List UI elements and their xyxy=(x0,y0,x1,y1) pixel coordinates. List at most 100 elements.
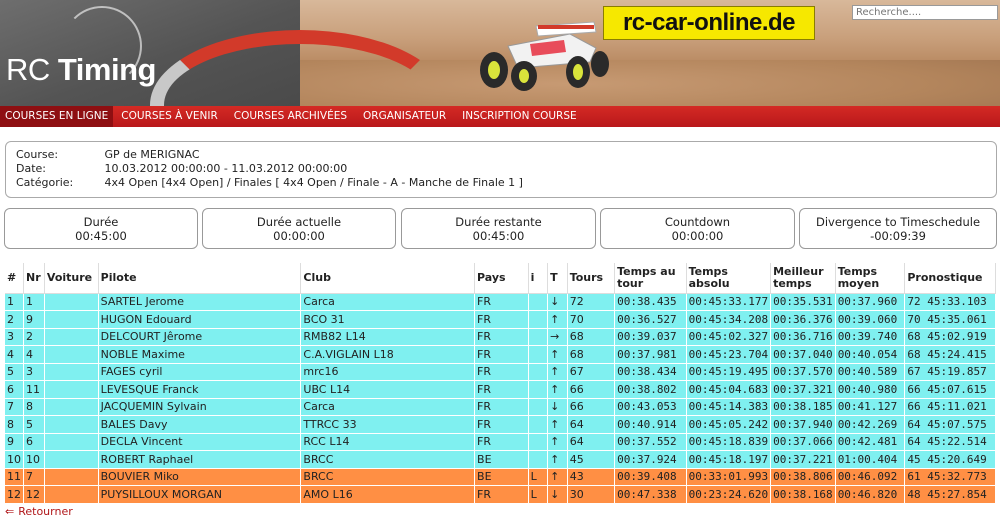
col-header-tours[interactable]: Tours xyxy=(567,263,616,294)
nav-item-courses-en-ligne[interactable]: COURSES EN LIGNE xyxy=(0,106,114,127)
nav-item-inscription-course[interactable]: INSCRIPTION COURSE xyxy=(454,106,585,127)
row-info-flag xyxy=(528,310,549,329)
row-pronostique: 70 45:35.061 xyxy=(904,310,996,329)
row-voiture xyxy=(44,310,99,329)
row-trend: ↑ xyxy=(547,380,568,399)
timer-value: 00:00:00 xyxy=(671,229,724,243)
timer-duree-actuelle: Durée actuelle 00:00:00 xyxy=(202,208,396,249)
row-position: 4 xyxy=(5,345,24,364)
row-club: BRCC xyxy=(300,468,476,486)
info-category-label: Catégorie: xyxy=(16,176,74,189)
row-voiture xyxy=(44,363,99,381)
timer-duree: Durée 00:45:00 xyxy=(4,208,198,249)
table-row[interactable]: 2 9 HUGON Edouard BCO 31 FR ↑ 70 00:36.527 00:45… xyxy=(5,310,996,329)
row-pays: FR xyxy=(474,398,529,416)
row-pays: FR xyxy=(474,345,529,364)
row-meilleur-temps: 00:37.066 xyxy=(770,433,836,451)
table-row[interactable]: 4 4 NOBLE Maxime C.A.VIGLAIN L18 FR ↑ 68 00:37.… xyxy=(5,345,996,364)
col-header-i[interactable]: i xyxy=(528,263,549,294)
table-row[interactable]: 9 6 DECLA Vincent RCC L14 FR ↑ 64 00:37.552 00:4… xyxy=(5,433,996,451)
timer-countdown: Countdown 00:00:00 xyxy=(600,208,795,249)
table-row[interactable]: 10 10 ROBERT Raphael BRCC BE ↑ 45 00:37.924 00:4… xyxy=(5,450,996,469)
col-header-voiture[interactable]: Voiture xyxy=(44,263,99,294)
row-meilleur-temps: 00:38.806 xyxy=(770,468,836,486)
row-temps-moyen: 00:39.060 xyxy=(835,310,906,329)
row-trend: ↑ xyxy=(547,310,568,329)
row-pays: FR xyxy=(474,485,529,504)
site-logo-rc-car-online[interactable]: rc-car-online.de xyxy=(603,6,815,40)
row-pilote: ROBERT Raphael xyxy=(98,450,302,469)
row-trend: ↑ xyxy=(547,415,568,434)
row-info-flag xyxy=(528,345,549,364)
arrow-up-icon: ↑ xyxy=(550,435,560,449)
row-trend: ↓ xyxy=(547,398,568,416)
col-header-temps-absolu[interactable]: Temps absolu xyxy=(686,263,772,294)
row-club: AMO L16 xyxy=(300,485,476,504)
arrow-up-icon: ↑ xyxy=(550,312,560,326)
row-meilleur-temps: 00:36.716 xyxy=(770,328,836,346)
row-info-flag xyxy=(528,398,549,416)
col-header-pilote[interactable]: Pilote xyxy=(98,263,302,294)
row-meilleur-temps: 00:37.570 xyxy=(770,363,836,381)
table-row[interactable]: 11 7 BOUVIER Miko BRCC BE L ↑ 43 00:39.408 00:33:… xyxy=(5,468,996,486)
row-trend: ↑ xyxy=(547,450,568,469)
nav-item-organisateur[interactable]: ORGANISATEUR xyxy=(355,106,454,127)
table-row[interactable]: 1 1 SARTEL Jerome Carca FR ↓ 72 00:38.435 00:45:… xyxy=(5,293,996,311)
row-tours: 66 xyxy=(567,380,616,399)
row-tours: 67 xyxy=(567,363,616,381)
col-header-temps-tour[interactable]: Temps au tour xyxy=(614,263,687,294)
row-voiture xyxy=(44,380,99,399)
search-input[interactable] xyxy=(852,5,998,20)
rc-timing-logo[interactable]: RC Timing xyxy=(6,52,156,88)
row-temps-tour: 00:40.914 xyxy=(614,415,687,434)
col-header-club[interactable]: Club xyxy=(300,263,476,294)
row-temps-absolu: 00:45:18.197 xyxy=(686,450,772,469)
row-voiture xyxy=(44,328,99,346)
col-header-nr[interactable]: Nr xyxy=(23,263,45,294)
row-pronostique: 68 45:02.919 xyxy=(904,328,996,346)
row-info-flag: L xyxy=(528,468,549,486)
table-row[interactable]: 3 2 DELCOURT Jêrome RMB82 L14 FR → 68 00:39.037… xyxy=(5,328,996,346)
info-course-value: GP de MERIGNAC xyxy=(104,148,200,161)
col-header-pronostique[interactable]: Pronostique xyxy=(904,263,996,294)
row-pilote: BOUVIER Miko xyxy=(98,468,302,486)
row-number: 8 xyxy=(23,398,45,416)
col-header-pos[interactable]: # xyxy=(5,263,24,294)
row-temps-absolu: 00:45:23.704 xyxy=(686,345,772,364)
row-pronostique: 61 45:32.773 xyxy=(904,468,996,486)
row-trend: → xyxy=(547,328,568,346)
table-row[interactable]: 12 12 PUYSILLOUX MORGAN AMO L16 FR L ↓ 30 00:47.… xyxy=(5,485,996,504)
back-link[interactable]: ⇐ Retourner xyxy=(5,505,73,518)
row-number: 7 xyxy=(23,468,45,486)
row-temps-absolu: 00:23:24.620 xyxy=(686,485,772,504)
col-header-t[interactable]: T xyxy=(547,263,568,294)
table-row[interactable]: 5 3 FAGES cyril mrc16 FR ↑ 67 00:38.434 00:45:19… xyxy=(5,363,996,381)
nav-item-courses-archivees[interactable]: COURSES ARCHIVÉES xyxy=(226,106,355,127)
row-temps-moyen: 00:40.980 xyxy=(835,380,906,399)
timer-value: 00:45:00 xyxy=(75,229,127,243)
table-row[interactable]: 7 8 JACQUEMIN Sylvain Carca FR ↓ 66 00:43.053 00… xyxy=(5,398,996,416)
col-header-meilleur-temps[interactable]: Meilleur temps xyxy=(770,263,836,294)
row-pays: FR xyxy=(474,293,529,311)
row-temps-tour: 00:39.408 xyxy=(614,468,687,486)
row-position: 10 xyxy=(5,450,24,469)
row-tours: 64 xyxy=(567,415,616,434)
row-pronostique: 64 45:07.575 xyxy=(904,415,996,434)
row-temps-tour: 00:37.552 xyxy=(614,433,687,451)
table-row[interactable]: 6 11 LEVESQUE Franck UBC L14 FR ↑ 66 00:38.802 0… xyxy=(5,380,996,399)
col-header-pays[interactable]: Pays xyxy=(474,263,529,294)
nav-item-courses-a-venir[interactable]: COURSES À VENIR xyxy=(113,106,225,127)
row-temps-absolu: 00:45:33.177 xyxy=(686,293,772,311)
row-pronostique: 68 45:24.415 xyxy=(904,345,996,364)
col-header-temps-moyen[interactable]: Temps moyen xyxy=(835,263,906,294)
row-temps-moyen: 00:42.481 xyxy=(835,433,906,451)
row-pronostique: 48 45:27.854 xyxy=(904,485,996,504)
row-trend: ↓ xyxy=(547,293,568,311)
row-temps-absolu: 00:45:14.383 xyxy=(686,398,772,416)
row-temps-tour: 00:43.053 xyxy=(614,398,687,416)
table-row[interactable]: 8 5 BALES Davy TTRCC 33 FR ↑ 64 00:40.914 00:45:… xyxy=(5,415,996,434)
row-voiture xyxy=(44,468,99,486)
row-meilleur-temps: 00:35.531 xyxy=(770,293,836,311)
row-pays: FR xyxy=(474,363,529,381)
row-pronostique: 66 45:11.021 xyxy=(904,398,996,416)
